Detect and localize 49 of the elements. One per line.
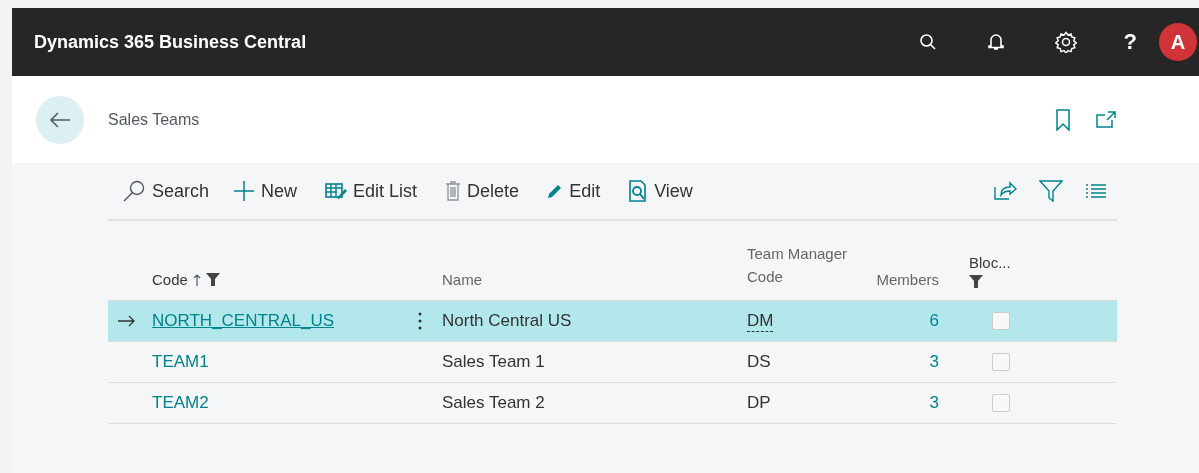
settings-icon[interactable] [1054, 31, 1077, 53]
filter-icon[interactable] [1039, 180, 1063, 202]
new-button[interactable]: New [233, 180, 298, 202]
code-link[interactable]: TEAM2 [152, 393, 209, 413]
table-pencil-icon [325, 182, 348, 200]
arrow-right-icon [118, 315, 136, 327]
edit-list-button[interactable]: Edit List [325, 180, 418, 202]
view-button[interactable]: View [628, 180, 693, 202]
delete-button[interactable]: Delete [445, 180, 520, 202]
app-title: Dynamics 365 Business Central [34, 31, 307, 53]
code-link[interactable]: TEAM1 [152, 352, 209, 372]
trash-icon [445, 180, 462, 202]
members-count[interactable]: 3 [929, 352, 939, 372]
table-cell: Sales Team 2 [442, 393, 545, 413]
column-header[interactable]: Code [152, 271, 188, 288]
blocked-checkbox[interactable] [992, 394, 1010, 412]
column-header[interactable]: Name [442, 271, 482, 288]
more-options-icon[interactable] [418, 311, 422, 331]
table-cell: DP [747, 393, 771, 413]
table-cell: DS [747, 352, 771, 372]
edit-button[interactable]: Edit [547, 180, 601, 202]
column-header[interactable]: Bloc... [969, 254, 1011, 271]
table-cell: North Central US [442, 311, 572, 331]
share-icon[interactable] [993, 181, 1017, 201]
help-button[interactable]: ? [1123, 29, 1137, 55]
back-button[interactable] [36, 95, 84, 144]
blocked-checkbox[interactable] [992, 353, 1010, 371]
table-cell: Sales Team 1 [442, 352, 545, 372]
column-header[interactable]: Team Manager Code [747, 242, 867, 288]
bookmark-icon[interactable] [1055, 108, 1071, 131]
table-row[interactable]: TEAM2 Sales Team 2 DP 3 [108, 383, 1117, 424]
search-icon [122, 180, 146, 202]
user-avatar[interactable]: A [1159, 23, 1197, 61]
search-icon[interactable] [918, 33, 937, 51]
pencil-icon [547, 183, 564, 199]
arrow-left-icon [49, 111, 71, 128]
page-title: Sales Teams [108, 110, 200, 129]
column-header[interactable]: Members [876, 271, 939, 288]
table-row[interactable]: TEAM1 Sales Team 1 DS 3 [108, 342, 1117, 383]
open-new-window-icon[interactable] [1095, 110, 1117, 129]
plus-icon [233, 180, 256, 202]
search-button[interactable]: Search [122, 180, 210, 202]
bell-icon[interactable] [986, 32, 1005, 52]
table-cell: DM [747, 310, 774, 332]
blocked-checkbox[interactable] [992, 312, 1010, 330]
document-magnifier-icon [628, 180, 649, 202]
members-count[interactable]: 3 [929, 393, 939, 413]
list-icon[interactable] [1085, 183, 1107, 199]
table-row[interactable]: NORTH_CENTRAL_US North Central US DM 6 [108, 301, 1117, 342]
